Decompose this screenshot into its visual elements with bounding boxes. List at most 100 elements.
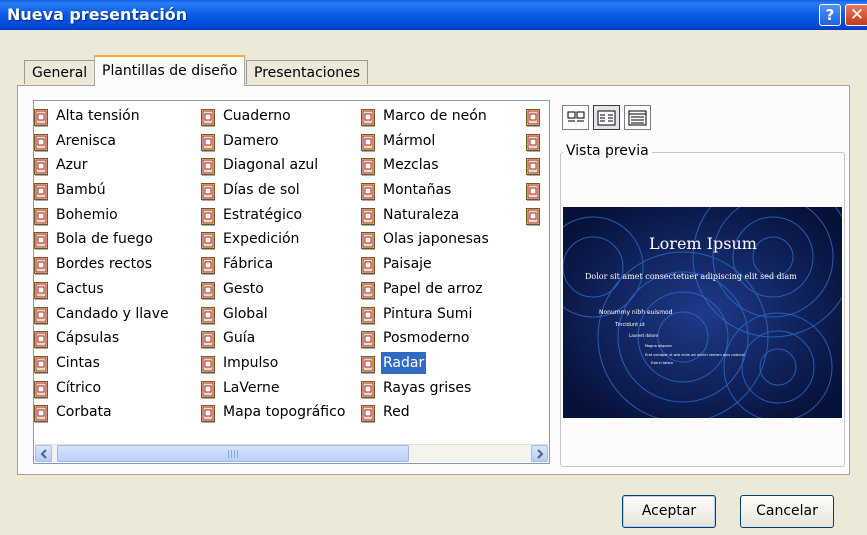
template-label: Estratégico	[223, 206, 303, 223]
template-icon	[526, 183, 540, 201]
template-icon	[34, 380, 48, 399]
template-label: Radar	[381, 351, 427, 374]
template-label: Corbata	[56, 404, 112, 421]
list-view-button[interactable]	[593, 105, 620, 130]
chevron-right-icon	[537, 449, 544, 459]
template-icon	[201, 306, 215, 324]
template-icon	[361, 355, 375, 374]
template-label: Paisaje	[383, 256, 432, 273]
template-label: Fábrica	[223, 256, 274, 273]
cancelar-button[interactable]: Cancelar	[740, 495, 834, 528]
template-icon	[201, 183, 215, 201]
template-label: Azur	[56, 157, 88, 174]
scroll-right-button[interactable]	[531, 445, 548, 462]
preview-bullet-3: Tincidunt ut	[614, 322, 645, 328]
template-icon	[526, 133, 540, 152]
template-label: Alta tensión	[56, 108, 140, 124]
template-label: Mapa topográfico	[223, 404, 346, 421]
template-label: Guía	[223, 330, 256, 347]
template-label: Cápsulas	[56, 330, 120, 347]
scroll-thumb[interactable]	[57, 445, 409, 462]
template-icon	[526, 207, 540, 226]
template-icon	[361, 281, 375, 300]
template-icon	[34, 133, 48, 152]
template-label: Bola de fuego	[56, 231, 153, 248]
template-label: LaVerne	[223, 379, 280, 396]
template-icon	[34, 306, 48, 324]
horizontal-scrollbar[interactable]	[35, 444, 548, 462]
template-label: Diagonal azul	[223, 157, 319, 174]
template-label: Candado y llave	[56, 305, 169, 322]
template-icon	[201, 331, 215, 349]
template-label: Red	[383, 404, 410, 421]
template-icon	[34, 158, 48, 176]
template-icon	[201, 207, 215, 226]
preview-bullet-2: Nonummy nibh euismod	[599, 309, 673, 316]
template-label: Cuaderno	[223, 108, 291, 124]
template-label: Posmoderno	[383, 330, 470, 347]
template-icon	[361, 158, 375, 176]
template-icon	[361, 380, 375, 399]
template-icon	[34, 207, 48, 226]
template-icon	[201, 232, 215, 250]
template-icon	[201, 257, 215, 275]
template-icon	[361, 133, 375, 152]
template-label: Gesto	[223, 280, 264, 297]
preview-bullet-6: Erat volutpat ut wisi enim ad minim veni…	[645, 353, 745, 357]
template-icon	[201, 405, 215, 423]
template-icon	[201, 158, 215, 176]
template-icon	[34, 109, 48, 127]
chevron-left-icon	[40, 449, 47, 459]
template-icon	[361, 232, 375, 250]
template-label: Impulso	[223, 354, 279, 371]
template-icon	[361, 331, 375, 349]
template-label: Papel de arroz	[383, 280, 483, 297]
details-view-button[interactable]	[624, 105, 651, 130]
template-icon	[201, 133, 215, 152]
template-label: Marco de neón	[383, 108, 487, 124]
preview-bullet-4: Laoreet dolore	[629, 333, 659, 338]
preview-bullet-7: Exerci tation	[651, 361, 673, 365]
tab-presentaciones[interactable]: Presentaciones	[246, 60, 369, 84]
template-icon	[34, 355, 48, 374]
template-label: Olas japonesas	[383, 231, 489, 248]
template-icon	[526, 158, 540, 176]
template-icon	[361, 306, 375, 324]
template-icon	[201, 355, 215, 374]
template-icon	[201, 109, 215, 127]
template-label: Cactus	[56, 280, 104, 297]
template-label: Bohemio	[56, 206, 118, 223]
large-icons-view-button[interactable]	[562, 105, 589, 130]
template-icon	[201, 281, 215, 300]
template-label: Cítrico	[56, 379, 102, 396]
tab-plantillas-de-diseno[interactable]: Plantillas de diseño	[94, 55, 246, 86]
template-label: Bordes rectos	[56, 256, 153, 273]
help-button[interactable]: ?	[819, 4, 841, 26]
template-label: Pintura Sumi	[383, 305, 473, 322]
scroll-left-button[interactable]	[35, 445, 52, 462]
template-icon	[201, 380, 215, 399]
list-view-icon	[597, 110, 616, 126]
template-icon	[34, 232, 48, 250]
template-icon	[526, 109, 540, 127]
preview-legend: Vista previa	[563, 143, 652, 159]
template-label: Mármol	[383, 132, 436, 149]
details-view-icon	[628, 110, 647, 126]
aceptar-button[interactable]: Aceptar	[622, 495, 716, 528]
title-bar[interactable]: Nueva presentación ? ✕	[0, 0, 867, 30]
window-title: Nueva presentación	[7, 5, 188, 24]
template-icon	[34, 405, 48, 423]
template-icon	[34, 257, 48, 275]
template-icon	[34, 331, 48, 349]
template-icon	[361, 109, 375, 127]
template-label: Rayas grises	[383, 379, 472, 396]
template-list[interactable]: Alta tensión Arenisca Azur Bambú Bohemio Bola…	[33, 100, 550, 464]
template-icon	[361, 257, 375, 275]
template-label: Bambú	[56, 182, 106, 199]
template-label: Naturaleza	[383, 206, 460, 223]
template-label: Expedición	[223, 231, 300, 248]
tab-general[interactable]: General	[24, 60, 96, 84]
template-icon	[34, 281, 48, 300]
close-button[interactable]: ✕	[845, 4, 867, 26]
preview-image: Lorem Ipsum Dolor sit amet consectetuer …	[563, 207, 842, 418]
